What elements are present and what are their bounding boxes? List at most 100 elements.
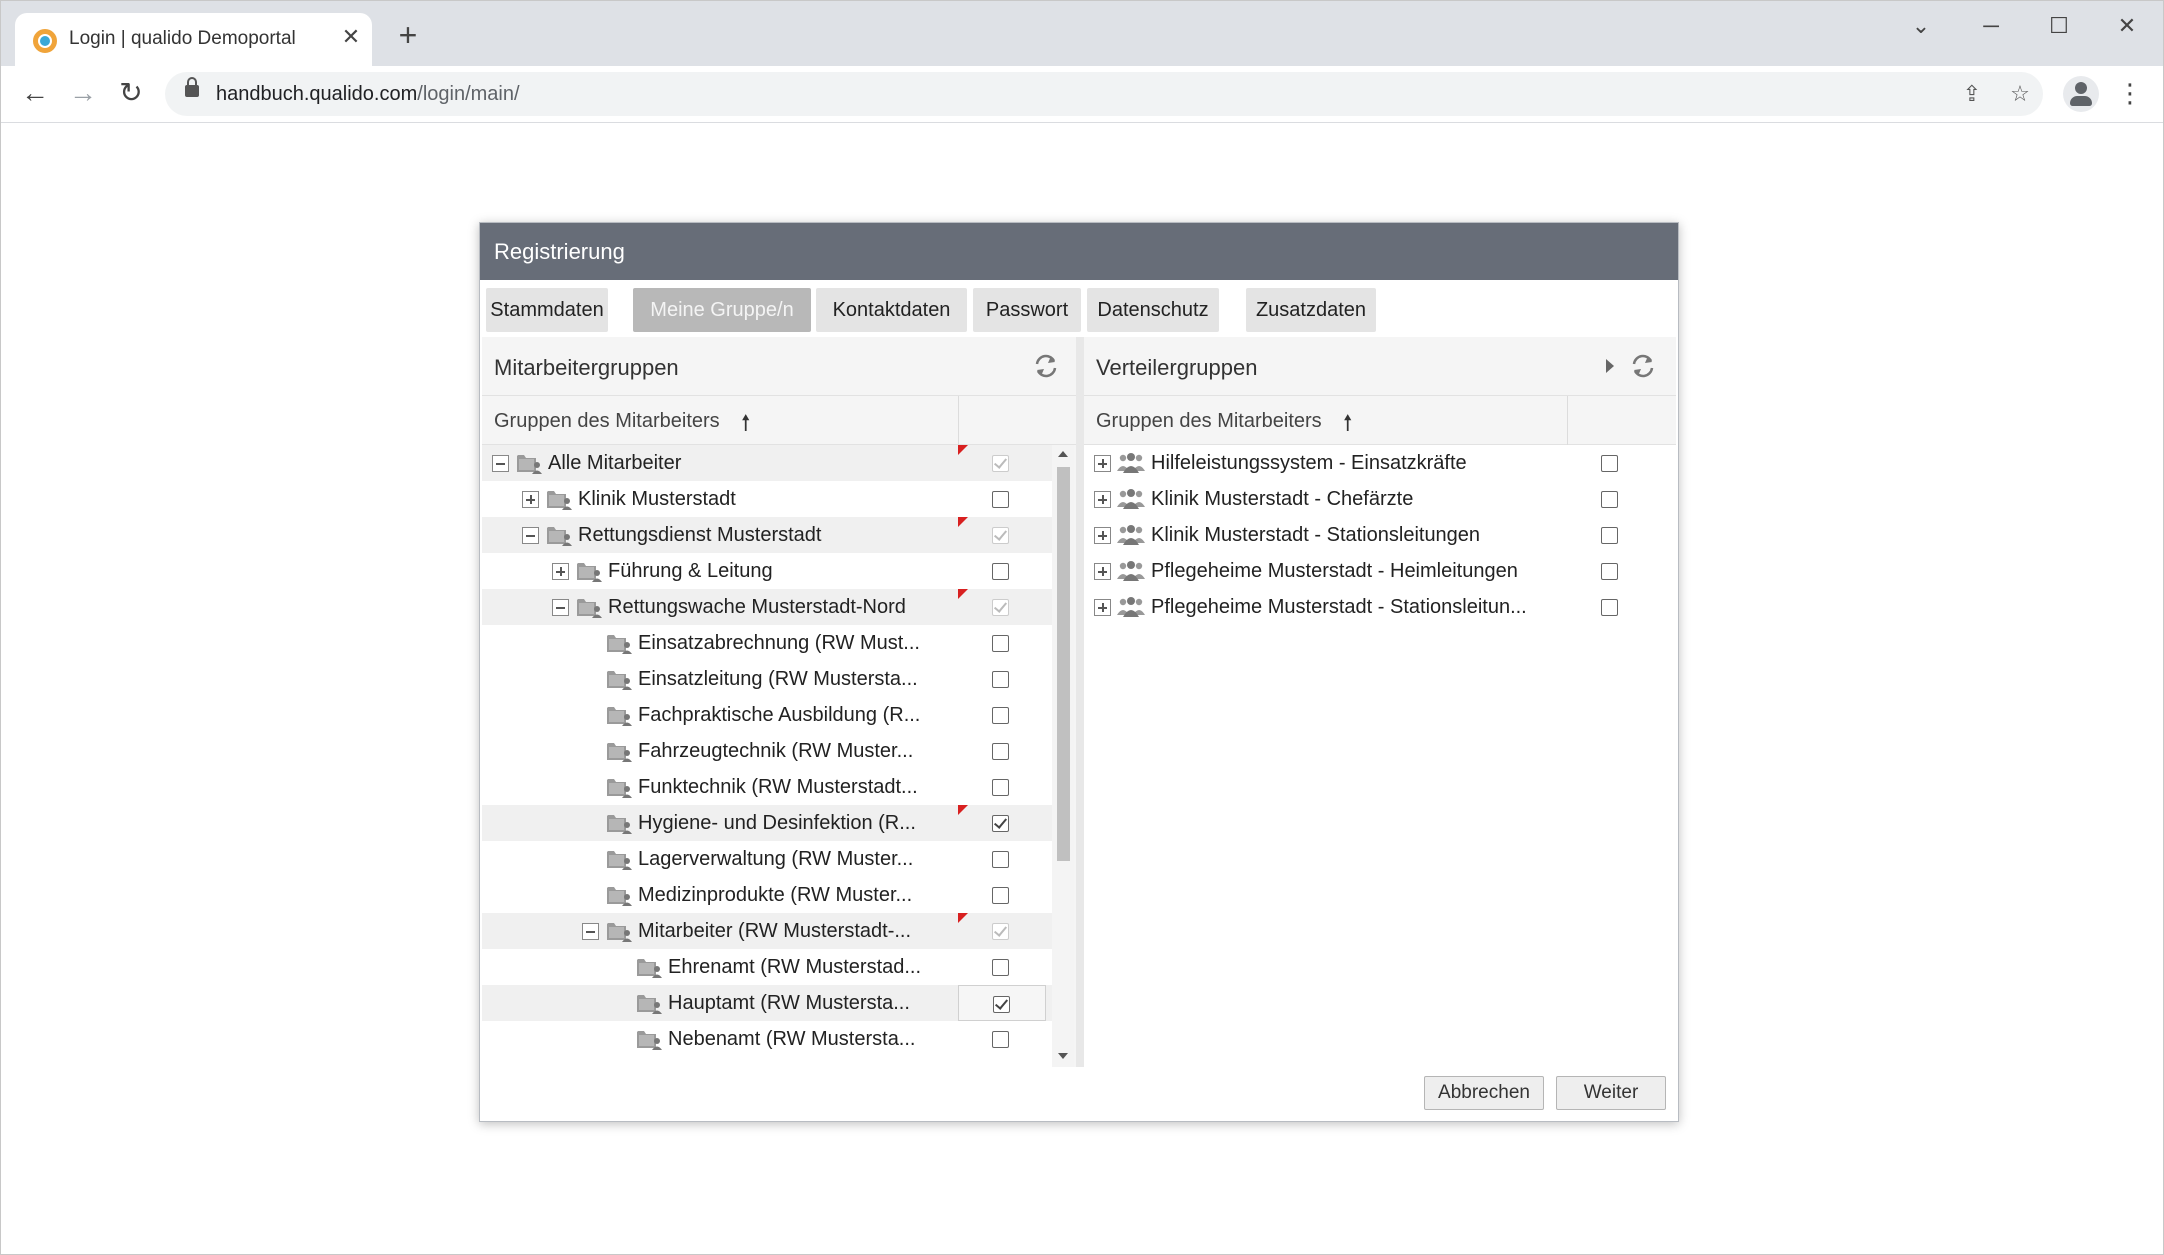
distribution-checkbox[interactable] xyxy=(1601,563,1618,580)
reload-icon[interactable]: ↻ xyxy=(113,76,149,112)
checkbox-cell[interactable] xyxy=(958,985,1046,1021)
checkbox-cell[interactable] xyxy=(958,841,1046,877)
expand-plus-icon[interactable] xyxy=(552,563,569,580)
expand-plus-icon[interactable] xyxy=(1094,491,1111,508)
tree-row[interactable]: Einsatzleitung (RW Mustersta... xyxy=(482,661,1052,697)
tree-row[interactable]: Medizinprodukte (RW Muster... xyxy=(482,877,1052,913)
minimize-icon[interactable]: ─ xyxy=(1967,9,2015,43)
tree-row[interactable]: Lagerverwaltung (RW Muster... xyxy=(482,841,1052,877)
distribution-checkbox[interactable] xyxy=(1601,527,1618,544)
distribution-row[interactable]: Pflegeheime Musterstadt - Stationsleitun… xyxy=(1084,589,1676,625)
tree-row[interactable]: Hygiene- und Desinfektion (R... xyxy=(482,805,1052,841)
collapse-minus-icon[interactable] xyxy=(492,455,509,472)
checkbox-cell[interactable] xyxy=(1567,517,1655,553)
group-checkbox[interactable] xyxy=(992,887,1009,904)
address-bar[interactable]: handbuch.qualido.com/login/main/ ⇪ ☆ xyxy=(165,72,2043,116)
checkbox-cell[interactable] xyxy=(958,589,1046,625)
distribution-checkbox[interactable] xyxy=(1601,491,1618,508)
group-checkbox[interactable] xyxy=(992,527,1009,544)
group-checkbox[interactable] xyxy=(992,815,1009,832)
checkbox-cell[interactable] xyxy=(958,517,1046,553)
tree-row[interactable]: Hauptamt (RW Mustersta... xyxy=(482,985,1052,1021)
tree-row[interactable]: Funktechnik (RW Musterstadt... xyxy=(482,769,1052,805)
checkbox-cell[interactable] xyxy=(958,733,1046,769)
close-window-icon[interactable]: ✕ xyxy=(2103,9,2151,43)
browser-tab[interactable]: Login | qualido Demoportal ✕ xyxy=(15,13,372,66)
group-checkbox[interactable] xyxy=(992,563,1009,580)
tree-scrollbar[interactable] xyxy=(1052,445,1074,1067)
checkbox-cell[interactable] xyxy=(958,553,1046,589)
sort-up-arrow-icon[interactable]: 🠕 xyxy=(741,406,750,444)
expand-plus-icon[interactable] xyxy=(1094,527,1111,544)
checkbox-cell[interactable] xyxy=(958,913,1046,949)
refresh-icon[interactable] xyxy=(1031,351,1061,381)
checkbox-cell[interactable] xyxy=(958,697,1046,733)
tab-zusatzdaten[interactable]: Zusatzdaten xyxy=(1246,288,1376,332)
browser-menu-icon[interactable]: ⋮ xyxy=(2115,76,2145,112)
group-checkbox[interactable] xyxy=(992,959,1009,976)
group-checkbox[interactable] xyxy=(992,671,1009,688)
tree-row[interactable]: Alle Mitarbeiter xyxy=(482,445,1052,481)
group-checkbox[interactable] xyxy=(992,851,1009,868)
checkbox-cell[interactable] xyxy=(958,769,1046,805)
tree-row[interactable]: Rettungswache Musterstadt-Nord xyxy=(482,589,1052,625)
tree-row[interactable]: Fahrzeugtechnik (RW Muster... xyxy=(482,733,1052,769)
tree-row[interactable]: Rettungsdienst Musterstadt xyxy=(482,517,1052,553)
tree-row[interactable]: Führung & Leitung xyxy=(482,553,1052,589)
next-button[interactable]: Weiter xyxy=(1556,1076,1666,1110)
collapse-minus-icon[interactable] xyxy=(522,527,539,544)
checkbox-cell[interactable] xyxy=(958,625,1046,661)
right-column-header[interactable]: Gruppen des Mitarbeiters 🠕 xyxy=(1084,395,1676,446)
checkbox-cell[interactable] xyxy=(958,661,1046,697)
group-checkbox[interactable] xyxy=(992,923,1009,940)
checkbox-cell[interactable] xyxy=(958,805,1046,841)
tree-row[interactable]: Fachpraktische Ausbildung (R... xyxy=(482,697,1052,733)
new-tab-icon[interactable]: + xyxy=(393,19,423,51)
group-checkbox[interactable] xyxy=(992,707,1009,724)
bookmark-star-icon[interactable]: ☆ xyxy=(2005,80,2035,110)
forward-icon[interactable]: → xyxy=(65,76,101,112)
checkbox-cell[interactable] xyxy=(958,949,1046,985)
panel-divider[interactable] xyxy=(1076,337,1084,1067)
tab-datenschutz[interactable]: Datenschutz xyxy=(1087,288,1219,332)
tree-row[interactable]: Einsatzabrechnung (RW Must... xyxy=(482,625,1052,661)
tree-row[interactable]: Mitarbeiter (RW Musterstadt-... xyxy=(482,913,1052,949)
tree-row[interactable]: Ehrenamt (RW Musterstad... xyxy=(482,949,1052,985)
tab-search-chevron-icon[interactable]: ⌄ xyxy=(1897,9,1945,43)
group-checkbox[interactable] xyxy=(992,743,1009,760)
group-checkbox[interactable] xyxy=(992,455,1009,472)
checkbox-cell[interactable] xyxy=(1567,589,1655,625)
expand-plus-icon[interactable] xyxy=(522,491,539,508)
tree-row[interactable]: Klinik Musterstadt xyxy=(482,481,1052,517)
tab-passwort[interactable]: Passwort xyxy=(973,288,1081,332)
group-checkbox[interactable] xyxy=(993,996,1010,1013)
checkbox-cell[interactable] xyxy=(958,877,1046,913)
group-checkbox[interactable] xyxy=(992,635,1009,652)
cancel-button[interactable]: Abbrechen xyxy=(1424,1076,1544,1110)
expand-plus-icon[interactable] xyxy=(1094,599,1111,616)
maximize-icon[interactable]: ☐ xyxy=(2035,9,2083,43)
distribution-row[interactable]: Pflegeheime Musterstadt - Heimleitungen xyxy=(1084,553,1676,589)
group-checkbox[interactable] xyxy=(992,491,1009,508)
tab-meine-gruppen[interactable]: Meine Gruppe/n xyxy=(633,288,811,332)
lock-icon[interactable] xyxy=(185,77,199,97)
left-column-header[interactable]: Gruppen des Mitarbeiters 🠕 xyxy=(482,395,1076,446)
refresh-icon[interactable] xyxy=(1628,351,1658,381)
tab-close-icon[interactable]: ✕ xyxy=(337,23,365,51)
checkbox-cell[interactable] xyxy=(1567,445,1655,481)
group-checkbox[interactable] xyxy=(992,599,1009,616)
checkbox-cell[interactable] xyxy=(958,481,1046,517)
group-checkbox[interactable] xyxy=(992,779,1009,796)
tab-stammdaten[interactable]: Stammdaten xyxy=(486,288,608,332)
expand-plus-icon[interactable] xyxy=(1094,563,1111,580)
expand-plus-icon[interactable] xyxy=(1094,455,1111,472)
profile-avatar-icon[interactable] xyxy=(2063,76,2099,112)
sort-up-arrow-icon[interactable]: 🠕 xyxy=(1343,406,1352,444)
scroll-down-arrow-icon[interactable] xyxy=(1058,1053,1068,1059)
checkbox-cell[interactable] xyxy=(1567,481,1655,517)
back-icon[interactable]: ← xyxy=(17,76,53,112)
tree-row[interactable]: Nebenamt (RW Mustersta... xyxy=(482,1021,1052,1057)
scroll-up-arrow-icon[interactable] xyxy=(1058,451,1068,457)
distribution-row[interactable]: Klinik Musterstadt - Chefärzte xyxy=(1084,481,1676,517)
scrollbar-thumb[interactable] xyxy=(1057,467,1070,861)
